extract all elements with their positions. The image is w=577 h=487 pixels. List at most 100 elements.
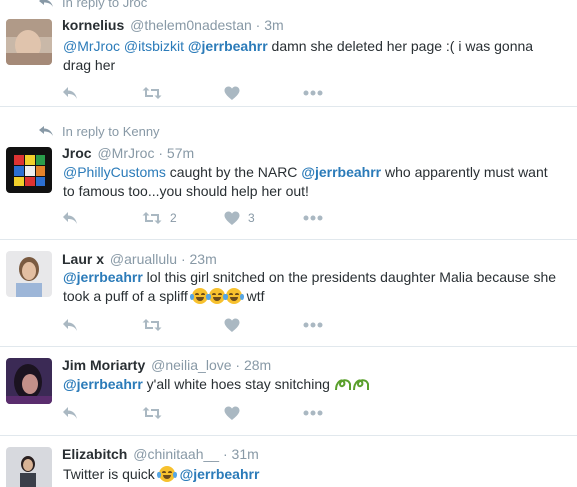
display-name[interactable]: kornelius <box>62 17 124 33</box>
username[interactable]: @MrJroc <box>97 145 154 161</box>
tweet-text: @jerrbeahrr lol this girl snitched on th… <box>63 268 563 306</box>
reply-icon <box>62 318 78 332</box>
tweet-text: Twitter is quick @jerrbeahrr <box>63 465 563 484</box>
mention-link[interactable]: @jerrbeahrr <box>63 269 143 285</box>
avatar[interactable] <box>6 251 52 297</box>
like-icon <box>224 86 240 100</box>
display-name[interactable]: Laur x <box>62 251 104 267</box>
in-reply-to-icon <box>39 0 53 7</box>
separator: · <box>180 251 186 267</box>
reply-button[interactable] <box>62 84 78 102</box>
more-button[interactable] <box>303 404 323 422</box>
tweet-actions <box>62 404 362 422</box>
like-count: 3 <box>248 211 255 225</box>
retweet-button[interactable]: 2 <box>142 209 177 227</box>
username[interactable]: @chinitaah__ <box>133 446 219 462</box>
reply-button[interactable] <box>62 209 78 227</box>
tweet-actions: 23 <box>62 209 362 227</box>
reply-icon <box>62 406 78 420</box>
retweet-icon <box>142 406 162 420</box>
like-icon <box>224 318 240 332</box>
timestamp[interactable]: 23m <box>190 251 217 267</box>
script-glyph-emoji <box>334 376 372 392</box>
reply-icon <box>62 86 78 100</box>
timestamp[interactable]: 3m <box>264 17 283 33</box>
more-button[interactable] <box>303 209 323 227</box>
tears-of-joy-emoji <box>223 288 244 304</box>
mention-link[interactable]: @itsbizkit <box>124 38 184 54</box>
mention-link[interactable]: @jerrbeahrr <box>180 466 260 482</box>
tweet-actions <box>62 84 362 102</box>
more-icon <box>303 410 323 416</box>
reply-context-text: In reply to Kenny <box>62 123 160 139</box>
more-button[interactable] <box>303 316 323 334</box>
reply-context[interactable]: In reply to Jroc <box>38 0 147 10</box>
username[interactable]: @neilia_love <box>151 357 231 373</box>
username[interactable]: @thelem0nadestan <box>130 17 252 33</box>
retweet-button[interactable] <box>142 316 162 334</box>
separator: · <box>235 357 241 373</box>
tweet[interactable]: In reply to Kenny Jroc @MrJroc · 57m @Ph… <box>0 107 577 240</box>
more-icon <box>303 215 323 221</box>
more-icon <box>303 322 323 328</box>
tweet-text-segment: caught by the NARC <box>165 164 302 180</box>
like-button[interactable] <box>224 84 240 102</box>
timestamp[interactable]: 31m <box>232 446 259 462</box>
tweet-actions <box>62 316 362 334</box>
display-name[interactable]: Jim Moriarty <box>62 357 145 373</box>
tweet[interactable]: In reply to Jroc kornelius @thelem0nades… <box>0 0 577 107</box>
separator: · <box>158 145 164 161</box>
retweet-icon <box>142 211 162 225</box>
timestamp[interactable]: 57m <box>167 145 194 161</box>
retweet-button[interactable] <box>142 84 162 102</box>
timestamp[interactable]: 28m <box>244 357 271 373</box>
tweet-text: @MrJroc @itsbizkit @jerrbeahrr damn she … <box>63 37 563 75</box>
retweet-button[interactable] <box>142 404 162 422</box>
separator: · <box>255 17 261 33</box>
separator: · <box>222 446 228 462</box>
retweet-count: 2 <box>170 211 177 225</box>
tweet-header: Jim Moriarty @neilia_love · 28m <box>62 357 271 373</box>
tweet[interactable]: Laur x @aruallulu · 23m @jerrbeahrr lol … <box>0 240 577 347</box>
avatar[interactable] <box>6 447 52 487</box>
more-button[interactable] <box>303 84 323 102</box>
retweet-icon <box>142 318 162 332</box>
tweet-text: @jerrbeahrr y'all white hoes stay snitch… <box>63 375 563 394</box>
mention-link[interactable]: @jerrbeahrr <box>301 164 381 180</box>
mention-link[interactable]: @PhillyCustoms <box>63 164 166 180</box>
tweet-text-segment: wtf <box>242 288 265 304</box>
mention-link[interactable]: @jerrbeahrr <box>188 38 268 54</box>
more-icon <box>303 90 323 96</box>
tweet-header: Jroc @MrJroc · 57m <box>62 145 194 161</box>
like-icon <box>224 211 240 225</box>
mention-link[interactable]: @jerrbeahrr <box>63 376 143 392</box>
reply-context-text: In reply to Jroc <box>62 0 148 10</box>
tweet[interactable]: Elizabitch @chinitaah__ · 31m Twitter is… <box>0 436 577 487</box>
reply-icon <box>62 211 78 225</box>
like-button[interactable] <box>224 316 240 334</box>
like-button[interactable] <box>224 404 240 422</box>
avatar[interactable] <box>6 147 52 193</box>
tears-of-joy-emoji <box>189 288 210 304</box>
retweet-icon <box>142 86 162 100</box>
reply-context[interactable]: In reply to Kenny <box>38 123 160 139</box>
like-icon <box>224 406 240 420</box>
username[interactable]: @aruallulu <box>110 251 177 267</box>
tweet-text-segment: y'all white hoes stay snitching <box>142 376 334 392</box>
tweet-text: @PhillyCustoms caught by the NARC @jerrb… <box>63 163 563 201</box>
avatar[interactable] <box>6 358 52 404</box>
mention-link[interactable]: @MrJroc <box>63 38 120 54</box>
like-button[interactable]: 3 <box>224 209 255 227</box>
reply-button[interactable] <box>62 316 78 334</box>
reply-button[interactable] <box>62 404 78 422</box>
tweet-header: kornelius @thelem0nadestan · 3m <box>62 17 284 33</box>
tears-of-joy-emoji <box>156 466 177 482</box>
avatar[interactable] <box>6 19 52 65</box>
display-name[interactable]: Jroc <box>62 145 92 161</box>
tweet[interactable]: Jim Moriarty @neilia_love · 28m @jerrbea… <box>0 347 577 436</box>
display-name[interactable]: Elizabitch <box>62 446 127 462</box>
tweet-header: Laur x @aruallulu · 23m <box>62 251 217 267</box>
tweet-text-segment: Twitter is quick <box>63 466 159 482</box>
tears-of-joy-emoji <box>206 288 227 304</box>
in-reply-to-icon <box>39 126 53 136</box>
